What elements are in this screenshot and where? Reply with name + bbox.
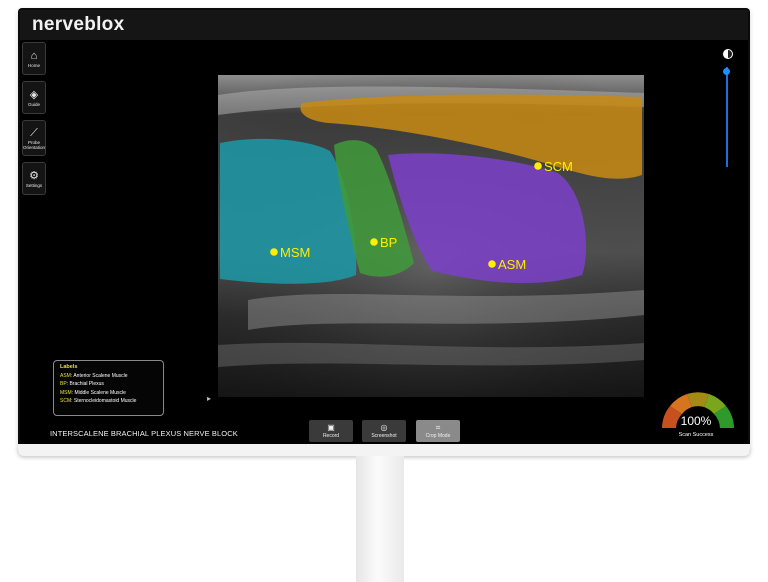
contrast-icon[interactable] [723,49,733,59]
legend-entry: SCM: Sternocleidomastoid Muscle [60,398,137,404]
crop-icon: ⌗ [435,423,441,432]
asm-dot [488,260,496,268]
record-button[interactable]: ▣ Record [309,420,353,442]
top-bar: nerveblox [20,10,748,40]
sidebar-item-label: Home [27,62,40,68]
camera-icon: ◎ [380,423,388,432]
sidebar-item-label: Guide [27,101,40,107]
labels-legend: Labels ASM: Anterior Scalene Muscle BP: … [53,360,164,416]
crop-mode-label: Crop Mode [425,433,451,439]
tissue-band [218,342,644,367]
sidebar-item-label: Settings [25,182,43,188]
sidebar-item-settings[interactable]: ⚙ Settings [22,162,46,195]
sidebar-item-label: Probe Orientation [23,139,46,150]
sidebar: ⌂ Home ◈ Guide ⟋ Probe Orientation ⚙ Set… [22,42,46,201]
sidebar-item-home[interactable]: ⌂ Home [22,42,46,75]
record-icon: ▣ [327,423,335,432]
msm-dot [270,248,278,256]
bp-dot [370,238,378,246]
crop-mode-button[interactable]: ⌗ Crop Mode [416,420,460,442]
scm-label: SCM [544,159,573,174]
block-name: INTERSCALENE BRACHIAL PLEXUS NERVE BLOCK [50,429,238,438]
scan-success-label: Scan Success [678,432,714,438]
legend-entry: BP: Brachial Plexus [60,381,104,387]
graduation-cap-icon: ◈ [29,88,39,101]
bp-label: BP [380,235,397,250]
home-icon: ⌂ [30,49,38,62]
contrast-slider-track[interactable] [726,67,728,167]
ultrasound-image[interactable]: SCM MSM BP ASM [218,75,644,397]
contrast-slider-knob[interactable] [723,68,730,75]
scm-dot [534,162,542,170]
gear-icon: ⚙ [29,169,39,182]
sidebar-item-probe-orientation[interactable]: ⟋ Probe Orientation [22,120,46,156]
legend-entry: MSM: Middle Scalene Muscle [60,389,126,396]
scan-percent: 100% [680,414,712,428]
screenshot-label: Screenshot [371,433,397,439]
sidebar-item-guide[interactable]: ◈ Guide [22,81,46,114]
screenshot-button[interactable]: ◎ Screenshot [362,420,406,442]
probe-icon: ⟋ [30,126,38,139]
labels-legend-title: Labels [60,364,78,370]
msm-label: MSM [280,245,310,260]
expand-arrow-icon[interactable]: ▸ [207,394,211,403]
main-screen: ⌂ Home ◈ Guide ⟋ Probe Orientation ⚙ Set… [20,40,748,444]
brand-logo: nerveblox [32,14,125,35]
monitor-stand [356,456,404,582]
record-label: Record [322,433,340,439]
legend-entry: ASM: Anterior Scalene Muscle [60,372,128,379]
monitor-chin [18,444,750,456]
asm-label: ASM [498,257,526,272]
